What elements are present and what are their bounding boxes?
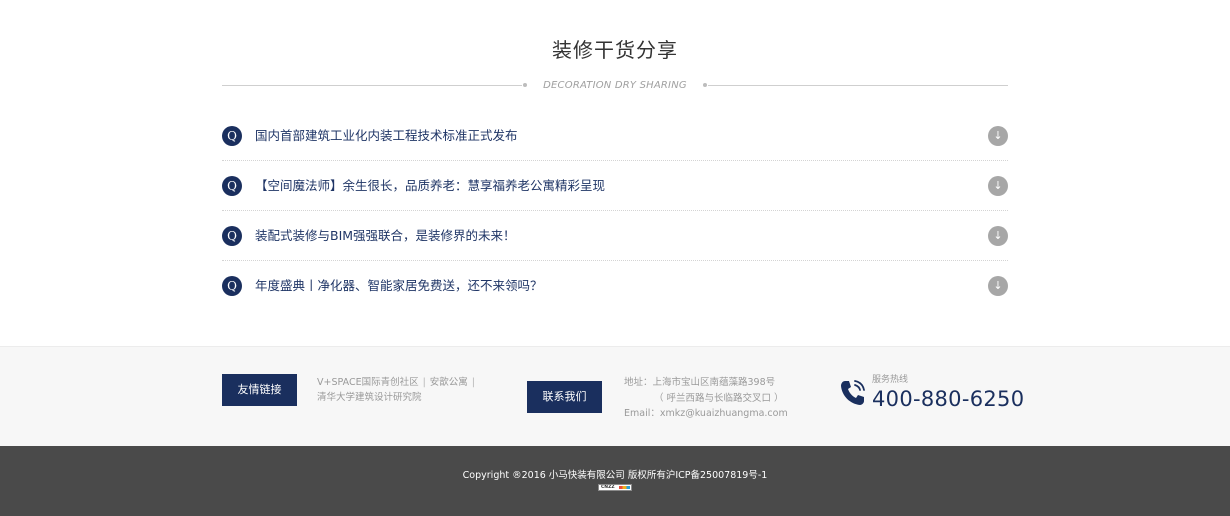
link-separator: | bbox=[471, 377, 475, 388]
divider-dot-right bbox=[703, 83, 707, 87]
q-icon: Q bbox=[222, 226, 242, 246]
subtitle-divider: DECORATION DRY SHARING bbox=[222, 78, 1008, 94]
contact-us-button[interactable]: 联系我们 bbox=[527, 381, 602, 413]
faq-item[interactable]: Q 年度盛典丨净化器、智能家居免费送，还不来领吗？ ↓ bbox=[222, 261, 1008, 311]
q-icon: Q bbox=[222, 176, 242, 196]
service-hotline: 服务热线 400-880-6250 bbox=[838, 374, 1024, 414]
faq-title[interactable]: 【空间魔法师】余生很长，品质养老：慧享福养老公寓精彩呈现 bbox=[255, 176, 605, 196]
copyright-text: Copyright ®2016 小马快装有限公司 版权所有沪ICP备250078… bbox=[462, 470, 768, 481]
section-title: 装修干货分享 bbox=[552, 38, 678, 62]
cnzz-badge-bar bbox=[619, 486, 630, 489]
link-separator: | bbox=[422, 377, 426, 388]
hotline-label: 服务热线 bbox=[872, 375, 909, 385]
faq-title[interactable]: 装配式装修与BIM强强联合，是装修界的未来！ bbox=[255, 226, 516, 246]
friend-links-button[interactable]: 友情链接 bbox=[222, 374, 297, 406]
address-block: 地址：上海市宝山区南蕴藻路398号 （ 呼兰西路与长临路交叉口 ） Email：… bbox=[624, 375, 824, 422]
address-line: 地址：上海市宝山区南蕴藻路398号 bbox=[624, 377, 776, 388]
q-icon: Q bbox=[222, 126, 242, 146]
arrow-down-icon[interactable]: ↓ bbox=[988, 126, 1008, 146]
divider-line-left bbox=[222, 85, 522, 86]
hotline-number: 400-880-6250 bbox=[872, 387, 1025, 411]
faq-title[interactable]: 年度盛典丨净化器、智能家居免费送，还不来领吗？ bbox=[255, 276, 543, 296]
divider-line-right bbox=[708, 85, 1008, 86]
faq-item[interactable]: Q 【空间魔法师】余生很长，品质养老：慧享福养老公寓精彩呈现 ↓ bbox=[222, 161, 1008, 211]
q-icon: Q bbox=[222, 276, 242, 296]
email-text: Email：xmkz@kuaizhuangma.com bbox=[624, 408, 788, 419]
arrow-down-icon[interactable]: ↓ bbox=[988, 176, 1008, 196]
contact-footer: 友情链接 V+SPACE国际青创社区 | 安歆公寓 | 清华大学建筑设计研究院 联系我… bbox=[0, 346, 1230, 446]
copyright-bar: Copyright ®2016 小马快装有限公司 版权所有沪ICP备250078… bbox=[0, 446, 1230, 516]
arrow-down-icon[interactable]: ↓ bbox=[988, 226, 1008, 246]
cnzz-badge-label: CNZZ bbox=[601, 485, 615, 490]
faq-item[interactable]: Q 国内首部建筑工业化内装工程技术标准正式发布 ↓ bbox=[222, 111, 1008, 161]
decoration-sharing-section: 装修干货分享 DECORATION DRY SHARING Q 国内首部建筑工业… bbox=[0, 0, 1230, 346]
friend-link-vspace[interactable]: V+SPACE国际青创社区 bbox=[317, 377, 419, 388]
cnzz-stat-badge[interactable]: CNZZ bbox=[598, 484, 632, 491]
phone-icon bbox=[841, 380, 865, 405]
arrow-down-icon[interactable]: ↓ bbox=[988, 276, 1008, 296]
faq-title[interactable]: 国内首部建筑工业化内装工程技术标准正式发布 bbox=[255, 126, 518, 146]
address-cross-street: （ 呼兰西路与长临路交叉口 ） bbox=[654, 392, 784, 404]
friend-links: V+SPACE国际青创社区 | 安歆公寓 | 清华大学建筑设计研究院 bbox=[317, 375, 497, 405]
faq-item[interactable]: Q 装配式装修与BIM强强联合，是装修界的未来！ ↓ bbox=[222, 211, 1008, 261]
friend-link-tsinghua[interactable]: 清华大学建筑设计研究院 bbox=[317, 392, 422, 403]
section-subtitle: DECORATION DRY SHARING bbox=[543, 80, 687, 91]
friend-link-anxin[interactable]: 安歆公寓 bbox=[430, 377, 468, 388]
faq-list: Q 国内首部建筑工业化内装工程技术标准正式发布 ↓ Q 【空间魔法师】余生很长，… bbox=[222, 111, 1008, 311]
